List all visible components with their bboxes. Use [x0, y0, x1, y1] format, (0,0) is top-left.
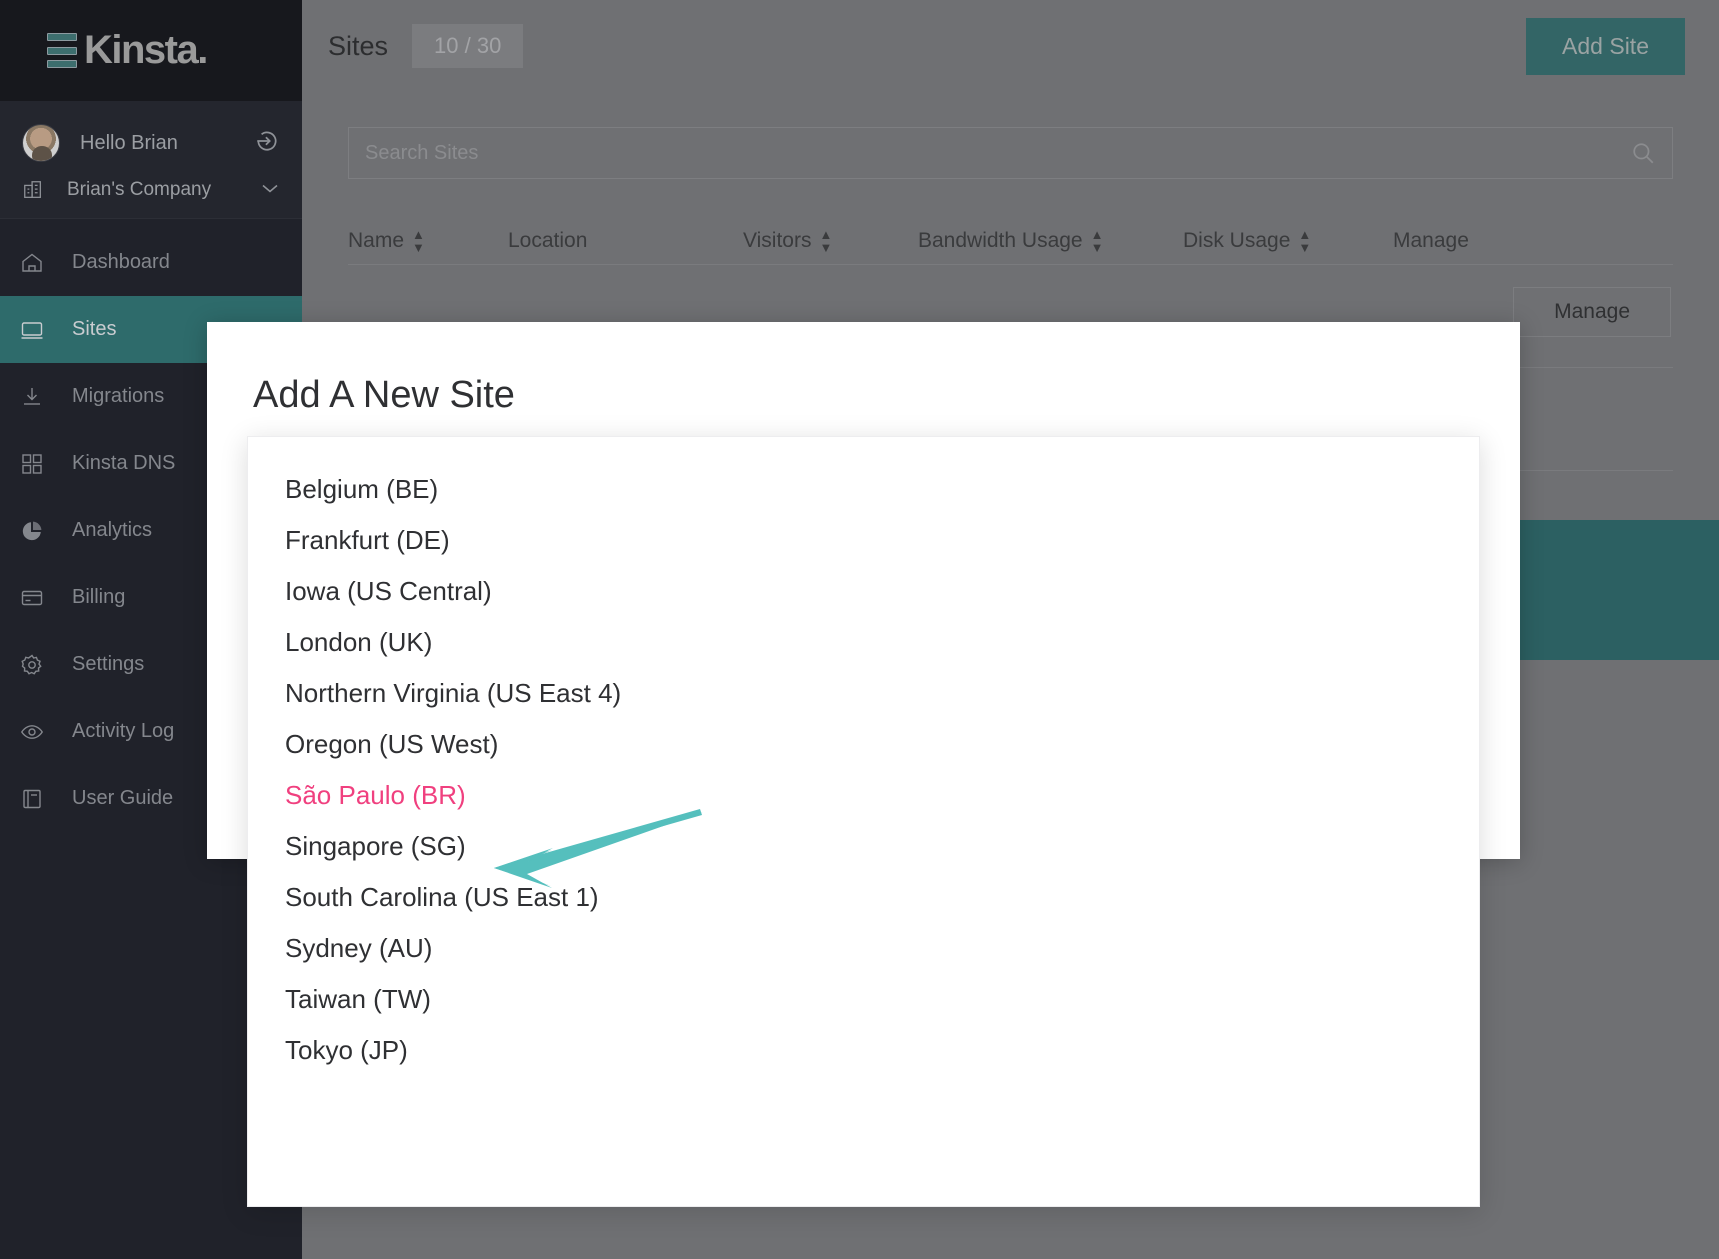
location-option-label: Singapore (SG) [285, 831, 466, 862]
kinsta-logo-icon [47, 33, 77, 68]
sidebar-item-label: Sites [72, 318, 116, 341]
sidebar-item-label: Kinsta DNS [72, 452, 175, 475]
search-input[interactable] [365, 142, 1630, 165]
location-option-list: Belgium (BE) Frankfurt (DE) Iowa (US Cen… [248, 437, 1479, 1076]
company-switcher[interactable]: Brian's Company [22, 165, 280, 215]
location-dropdown[interactable]: Belgium (BE) Frankfurt (DE) Iowa (US Cen… [247, 436, 1480, 1207]
location-option-label: Tokyo (JP) [285, 1035, 408, 1066]
column-label: Bandwidth Usage [918, 229, 1083, 253]
location-option-label: Northern Virginia (US East 4) [285, 678, 621, 709]
user-block: Hello Brian Brian's Company [0, 101, 302, 219]
location-option[interactable]: Northern Virginia (US East 4) [248, 668, 1479, 719]
user-row: Hello Brian [22, 121, 280, 165]
sidebar-item-label: Settings [72, 653, 144, 676]
eye-icon [10, 720, 54, 744]
location-option-label: Iowa (US Central) [285, 576, 492, 607]
location-option[interactable]: Belgium (BE) [248, 464, 1479, 515]
column-header-manage: Manage [1393, 229, 1553, 253]
brand-logo[interactable]: Kinsta. [0, 0, 302, 101]
sort-arrows-icon[interactable]: ▲▼ [412, 228, 425, 254]
modal-title: Add A New Site [207, 322, 1520, 417]
sidebar-item-label: Analytics [72, 519, 152, 542]
location-option-label: Sydney (AU) [285, 933, 432, 964]
sidebar-item-label: Migrations [72, 385, 164, 408]
location-option[interactable]: Tokyo (JP) [248, 1025, 1479, 1076]
sidebar-item-dashboard[interactable]: Dashboard [0, 229, 302, 296]
location-option-label: Taiwan (TW) [285, 984, 431, 1015]
user-greeting: Hello Brian [80, 132, 178, 155]
page-header: Sites 10 / 30 Add Site [302, 0, 1719, 92]
location-option[interactable]: Iowa (US Central) [248, 566, 1479, 617]
location-option[interactable]: London (UK) [248, 617, 1479, 668]
home-icon [10, 251, 54, 275]
column-header-name[interactable]: Name ▲▼ [348, 228, 508, 254]
chevron-down-icon [260, 181, 280, 200]
credit-card-icon [10, 586, 54, 610]
location-option-label: São Paulo (BR) [285, 780, 466, 811]
manage-button[interactable]: Manage [1513, 287, 1671, 337]
sidebar-item-label: User Guide [72, 787, 173, 810]
pie-chart-icon [10, 519, 54, 543]
brand-logo-text: Kinsta. [84, 28, 207, 73]
download-icon [10, 385, 54, 409]
column-label: Manage [1393, 229, 1469, 253]
location-option-selected[interactable]: São Paulo (BR) [248, 770, 1479, 821]
location-option[interactable]: Taiwan (TW) [248, 974, 1479, 1025]
site-count-badge: 10 / 30 [412, 24, 523, 68]
app-root: Kinsta. Hello Brian [0, 0, 1719, 1259]
location-option[interactable]: Oregon (US West) [248, 719, 1479, 770]
location-option[interactable]: Singapore (SG) [248, 821, 1479, 872]
column-header-disk-usage[interactable]: Disk Usage ▲▼ [1183, 228, 1393, 254]
avatar [22, 124, 60, 162]
grid-icon [10, 452, 54, 476]
location-option-label: Frankfurt (DE) [285, 525, 450, 556]
sort-arrows-icon[interactable]: ▲▼ [1298, 228, 1311, 254]
sidebar-item-label: Dashboard [72, 251, 170, 274]
location-option[interactable]: Frankfurt (DE) [248, 515, 1479, 566]
column-label: Visitors [743, 229, 811, 253]
column-header-bandwidth-usage[interactable]: Bandwidth Usage ▲▼ [918, 228, 1183, 254]
search-bar[interactable] [348, 127, 1673, 179]
column-label: Disk Usage [1183, 229, 1290, 253]
column-header-location: Location [508, 229, 743, 253]
location-option-label: Belgium (BE) [285, 474, 438, 505]
location-option-label: South Carolina (US East 1) [285, 882, 599, 913]
company-name: Brian's Company [67, 179, 211, 201]
column-label: Name [348, 229, 404, 253]
sidebar-item-label: Billing [72, 586, 125, 609]
sort-arrows-icon[interactable]: ▲▼ [1091, 228, 1104, 254]
column-header-visitors[interactable]: Visitors ▲▼ [743, 228, 918, 254]
sidebar-item-label: Activity Log [72, 720, 174, 743]
search-icon[interactable] [1630, 140, 1656, 166]
page-title: Sites [328, 31, 388, 62]
location-option[interactable]: South Carolina (US East 1) [248, 872, 1479, 923]
location-option[interactable]: Sydney (AU) [248, 923, 1479, 974]
column-label: Location [508, 229, 587, 253]
gear-icon [10, 653, 54, 677]
book-icon [10, 787, 54, 811]
add-site-button[interactable]: Add Site [1526, 18, 1685, 75]
location-option-label: London (UK) [285, 627, 432, 658]
logout-icon[interactable] [254, 128, 280, 159]
location-option-label: Oregon (US West) [285, 729, 498, 760]
sort-arrows-icon[interactable]: ▲▼ [819, 228, 832, 254]
table-header-row: Name ▲▼ Location Visitors ▲▼ Bandwidth U… [348, 217, 1673, 265]
monitor-icon [10, 318, 54, 342]
building-icon [22, 179, 48, 201]
